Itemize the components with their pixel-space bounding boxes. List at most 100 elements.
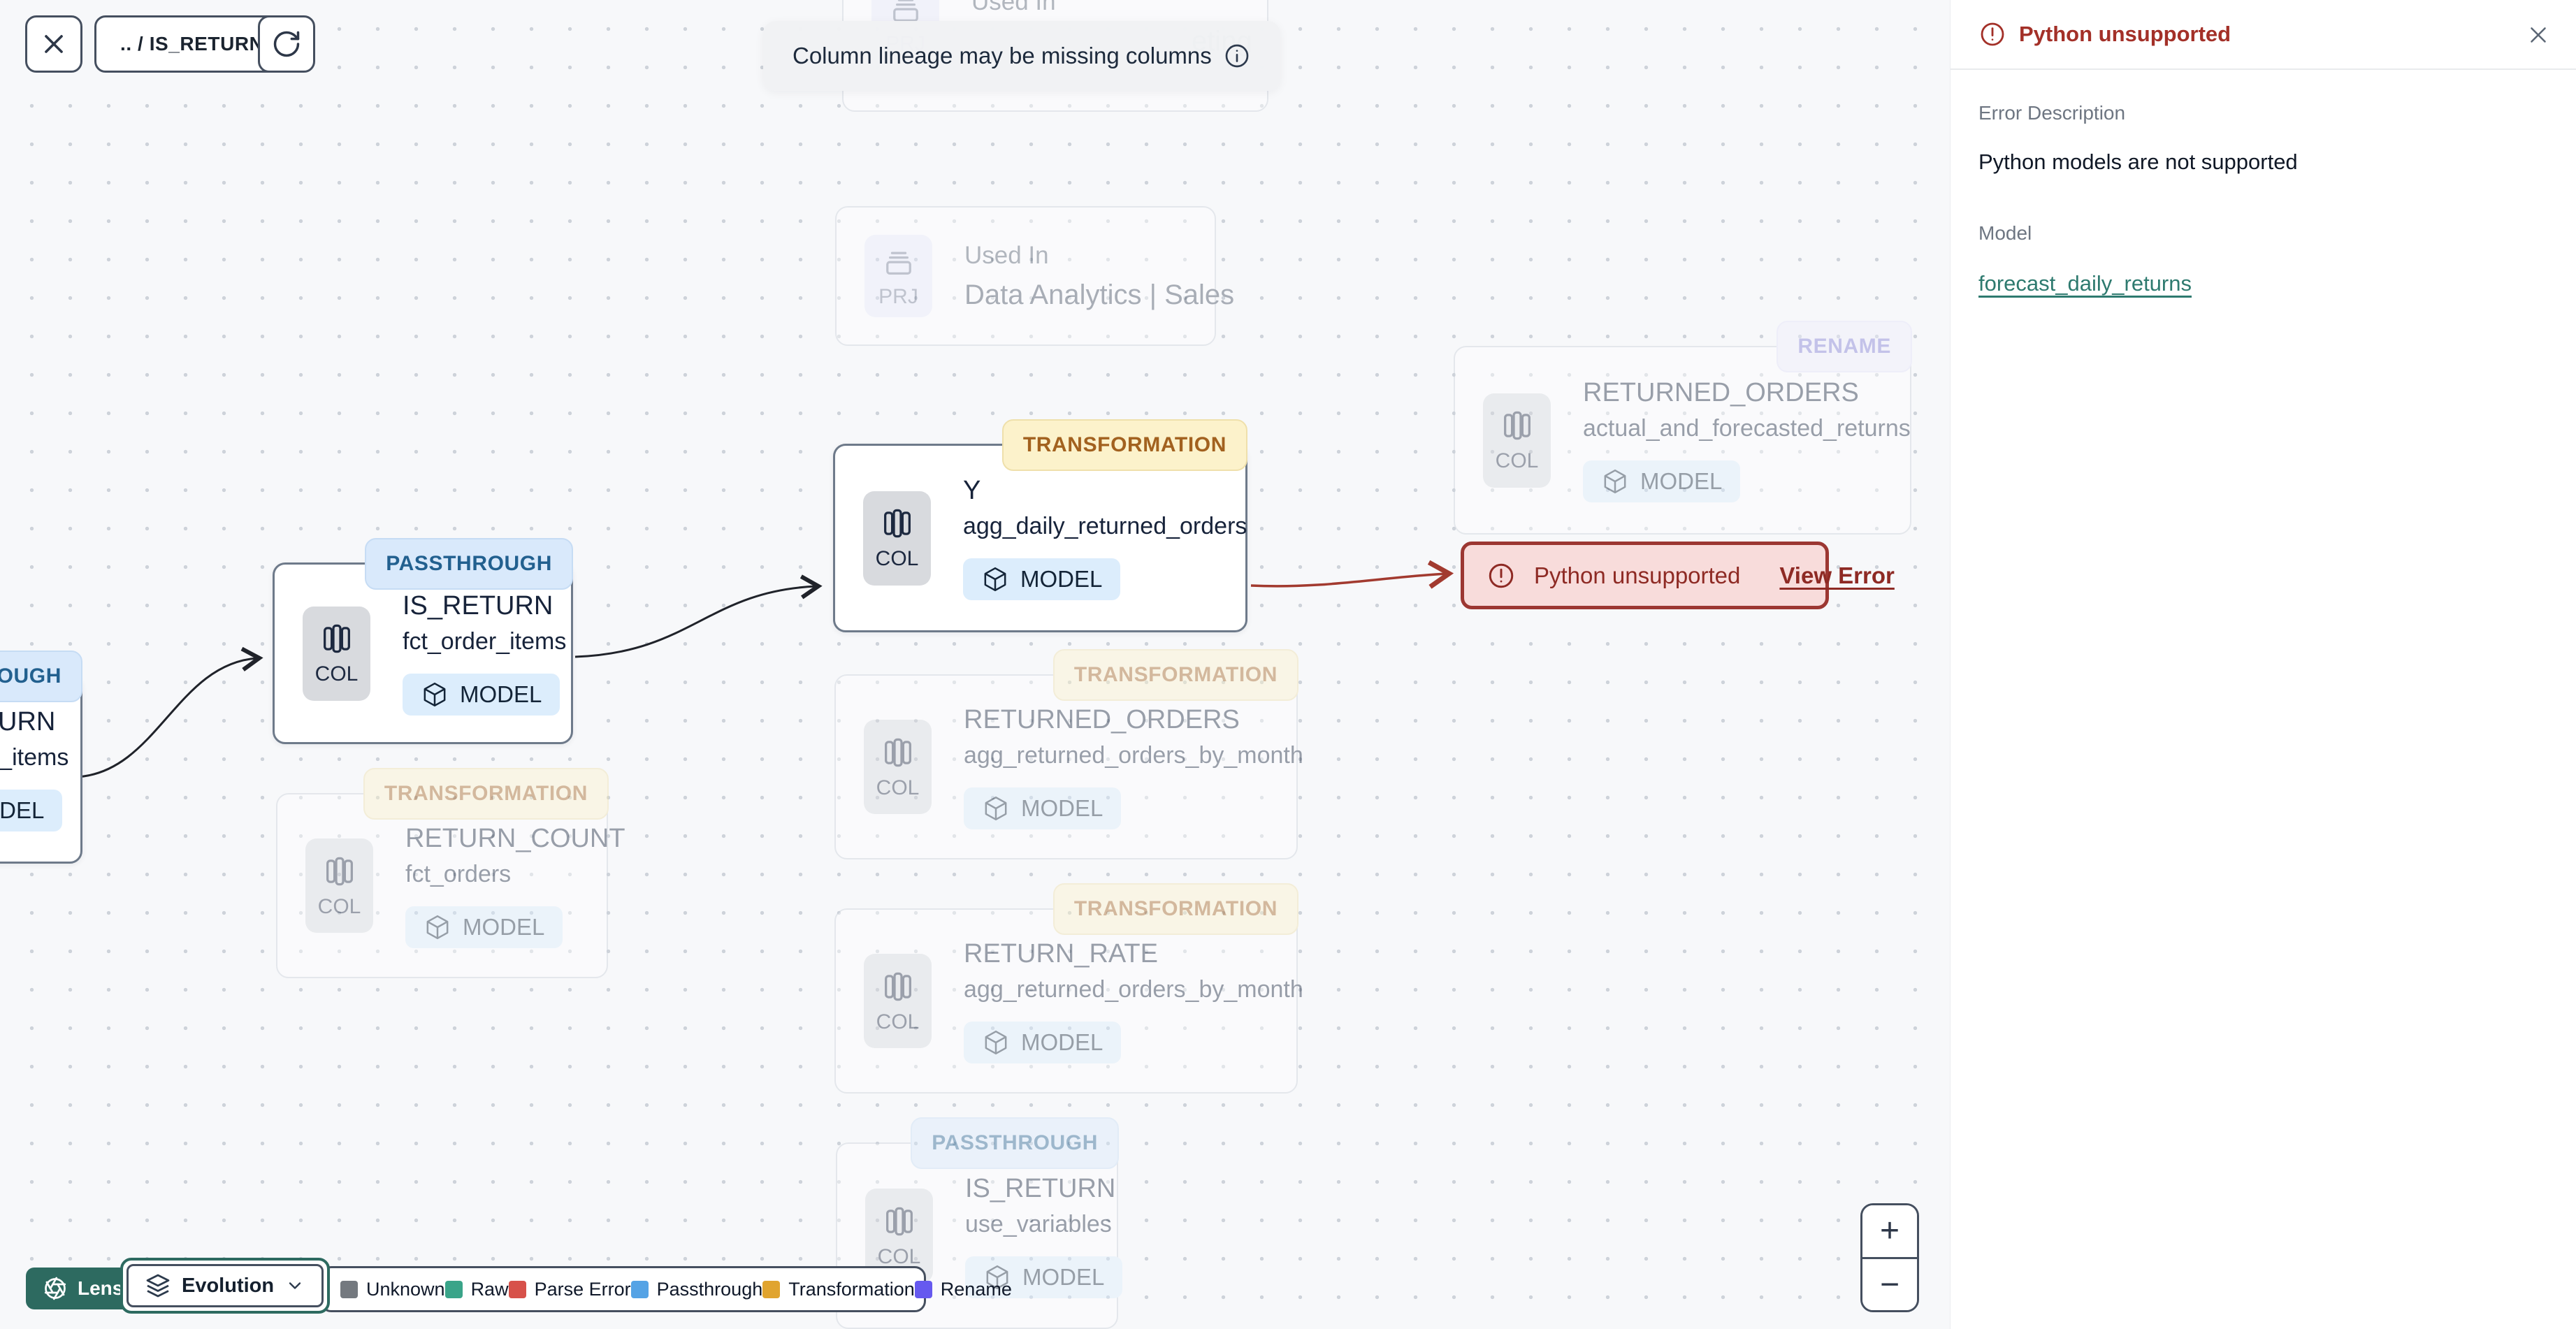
node-text: RETURNED_ORDERS agg_returned_orders_by_m…: [964, 704, 1303, 829]
info-icon: [1225, 44, 1249, 68]
node-title: RETURN_COUNT: [405, 823, 625, 853]
col-icon: COL: [305, 838, 373, 933]
legend-label: Unknown: [366, 1278, 445, 1300]
close-icon: [2531, 27, 2546, 43]
legend-swatch: [762, 1280, 781, 1298]
model-chip: MODEL: [403, 674, 560, 716]
view-error-link[interactable]: View Error: [1779, 562, 1894, 589]
node-title: Used In: [971, 0, 1056, 15]
node-is-return-offscreen[interactable]: PASSTHROUGH COL IS_RETURN fct_order_item…: [0, 651, 82, 864]
node-text: Used In Data Analytics | Sales: [964, 242, 1235, 311]
node-subtitle: agg_returned_orders_by_month: [964, 741, 1303, 769]
legend-item-parse-error: Parse Error: [508, 1278, 631, 1300]
legend-swatch: [508, 1280, 526, 1298]
node-return-rate[interactable]: TRANSFORMATION COL RETURN_RATE agg_retur…: [834, 883, 1303, 1094]
node-subtitle: fct_orders: [405, 860, 512, 887]
close-lineage-button[interactable]: [25, 15, 82, 73]
panel-body: Error Description Python models are not …: [1951, 70, 2576, 296]
zoom-out-button[interactable]: −: [1862, 1256, 1917, 1310]
node-return-count[interactable]: TRANSFORMATION COL RETURN_COUNT fct_orde…: [276, 768, 625, 978]
node-subtitle: agg_returned_orders_by_month: [964, 975, 1303, 1003]
node-body: PRJ Used In Data Analytics | Sales: [837, 208, 1235, 344]
tooltip-text: Column lineage may be missing columns: [793, 43, 1212, 68]
legend-item-rename: Rename: [914, 1278, 1012, 1300]
node-returned-orders-forecast[interactable]: RENAME COL RETURNED_ORDERS actual_and_fo…: [1454, 321, 1912, 535]
node-title: RETURNED_ORDERS: [964, 704, 1240, 734]
prj-icon: PRJ: [864, 235, 932, 317]
model-chip: MODEL: [0, 790, 63, 831]
node-text: IS_RETURN fct_order_items MODEL: [0, 707, 69, 831]
layers-icon: [146, 1274, 170, 1298]
chevron-down-icon: [289, 1282, 301, 1289]
lineage-canvas[interactable]: PRJ Used In eting PRJ Used In Data Analy…: [0, 0, 1950, 1329]
node-subtitle: use_variables: [965, 1210, 1112, 1237]
node-subtitle: Data Analytics | Sales: [964, 279, 1235, 310]
node-text: RETURN_RATE agg_returned_orders_by_month…: [964, 938, 1303, 1063]
node-title: IS_RETURN: [965, 1173, 1116, 1203]
node-subtitle: agg_daily_returned_orders: [963, 513, 1247, 539]
legend-swatch: [444, 1280, 463, 1298]
model-chip: MODEL: [1583, 460, 1741, 502]
legend-item-passthrough: Passthrough: [630, 1278, 763, 1300]
node-body: COL RETURN_COUNT fct_orders MODEL: [277, 794, 625, 977]
close-icon: [45, 35, 63, 53]
node-subtitle: fct_order_items: [0, 744, 69, 771]
node-subtitle: fct_order_items: [403, 628, 567, 655]
error-detail-panel: Python unsupported Error Description Pyt…: [1950, 0, 2576, 1329]
error-description-label: Error Description: [1978, 102, 2126, 124]
legend-label: Rename: [940, 1278, 1012, 1300]
refresh-icon: [273, 31, 300, 57]
legend-item-transformation: Transformation: [762, 1279, 915, 1300]
lens-mode-dropdown[interactable]: Evolution: [126, 1264, 324, 1307]
zoom-in-button[interactable]: +: [1862, 1205, 1917, 1257]
edge-offscreen-to-is-return: [76, 646, 263, 778]
node-title: IS_RETURN: [403, 591, 553, 620]
lens-mode-value: Evolution: [182, 1274, 275, 1297]
node-agg-daily-returned-orders[interactable]: TRANSFORMATION COL Y agg_daily_returned_…: [833, 419, 1247, 632]
node-title: Y: [963, 476, 981, 505]
edge-agg-daily-to-error: [1250, 560, 1454, 589]
warning-icon: [1981, 22, 2004, 46]
col-icon: COL: [1483, 393, 1551, 488]
legend-swatch: [914, 1280, 932, 1298]
error-description-text: Python models are not supported: [1978, 150, 2298, 174]
node-title: RETURN_RATE: [964, 938, 1158, 968]
legend-item-raw: Raw: [444, 1278, 509, 1300]
node-returned-orders-by-month[interactable]: TRANSFORMATION COL RETURNED_ORDERS agg_r…: [834, 649, 1303, 859]
node-body: COL IS_RETURN fct_order_items MODEL: [275, 565, 571, 742]
col-icon: COL: [864, 720, 932, 814]
edge-is-return-to-agg-daily: [574, 574, 823, 658]
edge-type-legend: Unknown Raw Parse Error Passthrough Tran…: [320, 1266, 1012, 1312]
legend-label: Passthrough: [656, 1278, 763, 1300]
model-label: Model: [1978, 222, 2032, 244]
aperture-icon: [44, 1277, 66, 1300]
model-chip: MODEL: [405, 906, 563, 948]
lens-selector-ring: Evolution: [120, 1258, 331, 1314]
lineage-warning-tooltip: Column lineage may be missing columns: [763, 21, 1280, 91]
model-chip: MODEL: [963, 558, 1121, 600]
node-used-in-sales[interactable]: PRJ Used In Data Analytics | Sales: [835, 206, 1235, 346]
panel-close-button[interactable]: [2521, 18, 2555, 52]
node-text: RETURN_COUNT fct_orders MODEL: [405, 823, 625, 948]
col-icon: COL: [303, 606, 370, 701]
node-body: COL RETURNED_ORDERS actual_and_forecaste…: [1455, 347, 1911, 533]
legend-label: Raw: [470, 1278, 509, 1300]
legend-swatch: [340, 1280, 358, 1298]
zoom-controls: + −: [1860, 1203, 1919, 1312]
error-node-python-unsupported[interactable]: Python unsupported View Error: [1461, 542, 1895, 609]
model-link[interactable]: forecast_daily_returns: [1978, 271, 2192, 296]
legend-label: Parse Error: [534, 1278, 631, 1300]
panel-header: Python unsupported: [1951, 0, 2576, 70]
node-is-return-fct-order-items[interactable]: PASSTHROUGH COL IS_RETURN fct_order_item…: [273, 538, 573, 744]
node-body: COL Y agg_daily_returned_orders MODEL: [835, 446, 1247, 630]
error-node-label: Python unsupported: [1534, 562, 1741, 588]
refresh-button[interactable]: [258, 15, 315, 73]
col-icon: COL: [864, 954, 932, 1048]
legend-label: Transformation: [788, 1278, 915, 1300]
node-body: COL IS_RETURN fct_order_items MODEL: [0, 677, 80, 862]
node-text: RETURNED_ORDERS actual_and_forecasted_re…: [1583, 378, 1911, 502]
node-subtitle: actual_and_forecasted_returns: [1583, 415, 1911, 442]
model-chip: MODEL: [964, 787, 1122, 829]
col-icon: COL: [863, 491, 931, 586]
node-text: IS_RETURN fct_order_items MODEL: [403, 591, 567, 716]
